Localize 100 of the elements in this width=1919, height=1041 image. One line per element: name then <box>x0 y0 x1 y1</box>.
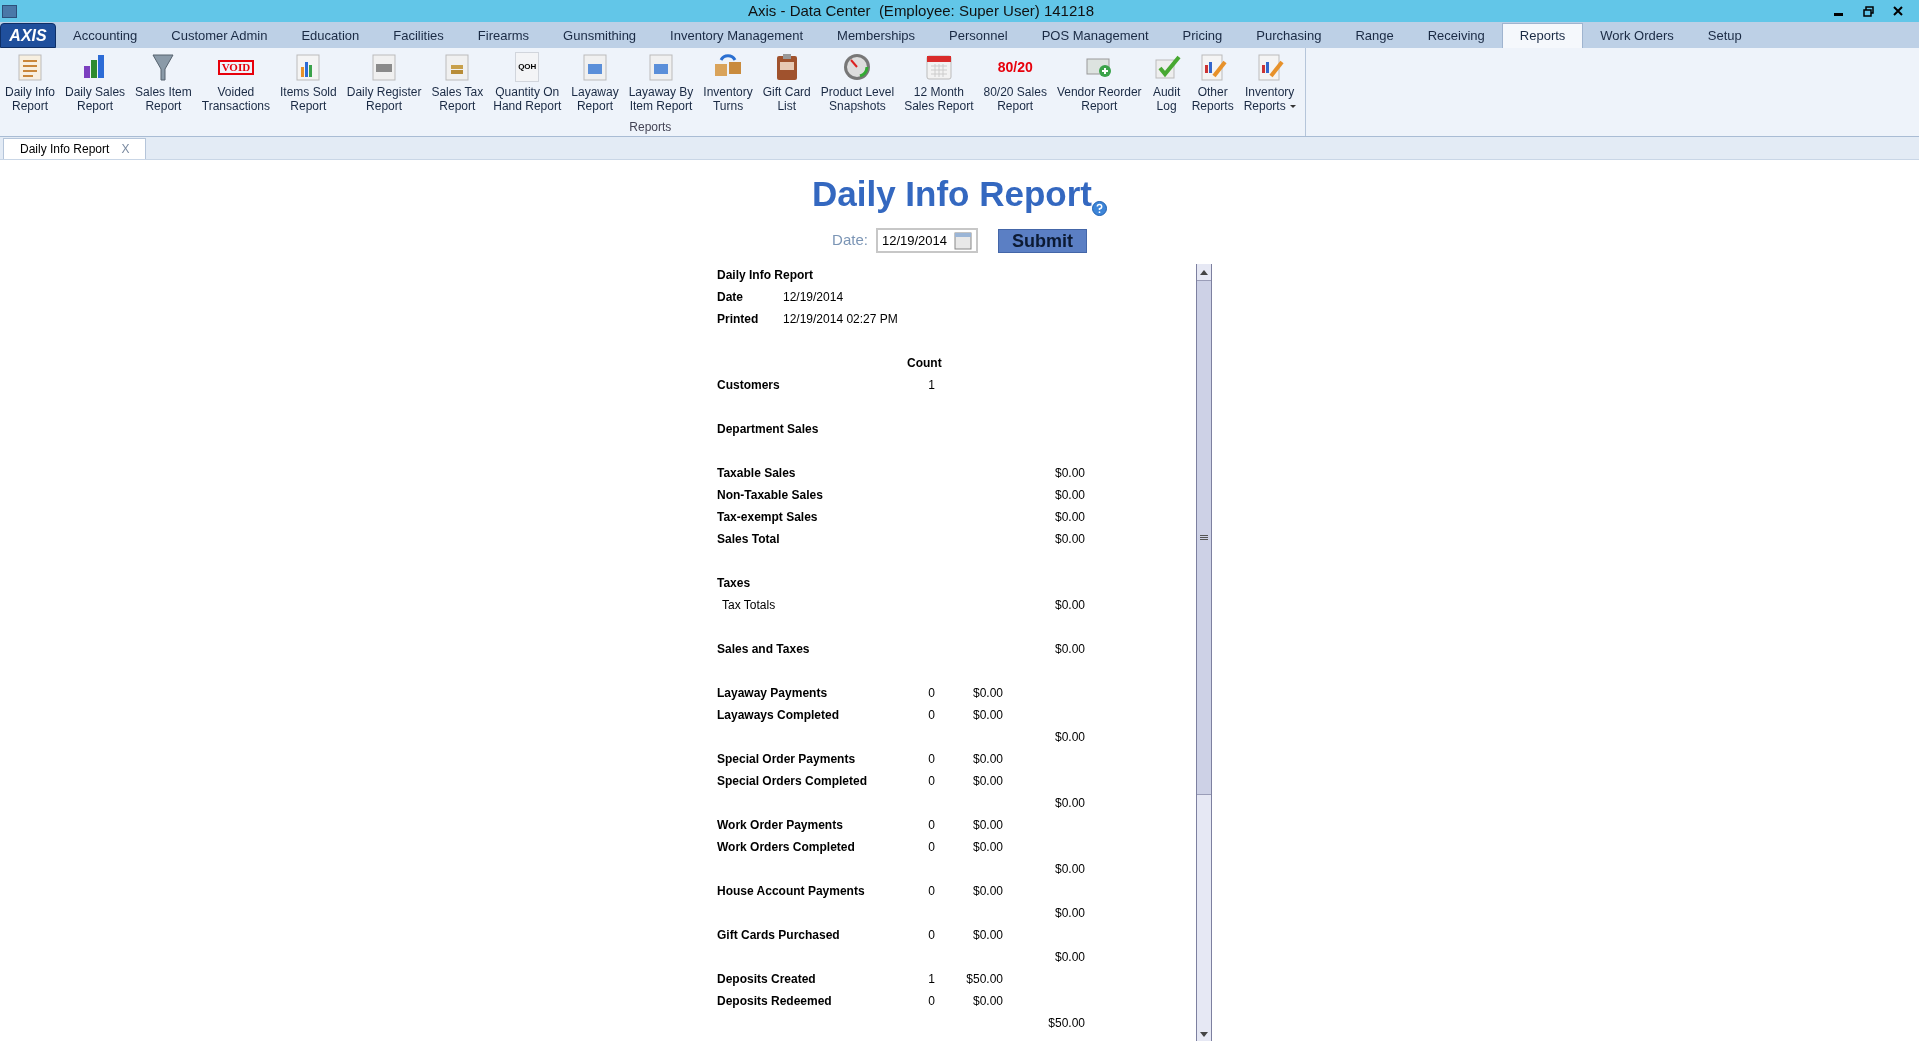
ribbon-button[interactable]: Layaway By Item Report <box>623 52 699 113</box>
ribbon-button[interactable]: Inventory Reports <box>1238 52 1301 113</box>
report-icon <box>15 52 45 82</box>
count-value: 0 <box>928 884 935 898</box>
row-label: Date <box>717 290 743 304</box>
menu-tab[interactable]: Accounting <box>56 23 155 48</box>
row-label: Taxable Sales <box>717 466 796 480</box>
ribbon-button[interactable]: Sales Tax Report <box>426 52 489 113</box>
menu-tab[interactable]: Range <box>1338 23 1411 48</box>
date-field[interactable]: 12/19/2014 <box>875 228 978 253</box>
ribbon-button[interactable]: Items Sold Report <box>275 52 342 113</box>
ribbon-button[interactable]: Daily Info Report <box>0 52 61 113</box>
menu-tab[interactable]: Work Orders <box>1583 23 1691 48</box>
total-value: $50.00 <box>1048 1016 1085 1030</box>
total-value: $0.00 <box>1054 796 1085 810</box>
menu-tab[interactable]: Education <box>284 23 377 48</box>
ribbon-button[interactable]: Other Reports <box>1186 52 1239 113</box>
row-label: Deposits Created <box>717 972 816 986</box>
info-value: 12/19/2014 02:27 PM <box>783 311 898 328</box>
menu-tab[interactable]: Facilities <box>376 23 461 48</box>
tab-close[interactable]: X <box>121 140 130 158</box>
menu-tab[interactable]: POS Management <box>1024 23 1166 48</box>
menu-tab[interactable]: Customer Admin <box>154 23 285 48</box>
row-label: Tax-exempt Sales <box>717 510 818 524</box>
menu-tab[interactable]: Setup <box>1690 23 1759 48</box>
total-value: $0.00 <box>1054 488 1085 502</box>
ribbon-button[interactable]: 12 Month Sales Report <box>899 52 979 113</box>
ribbon-button[interactable]: Product Level Snapshots <box>815 52 900 113</box>
total-value: $0.00 <box>1054 950 1085 964</box>
row-label: Sales and Taxes <box>717 642 810 656</box>
ribbon-button[interactable]: Gift Card List <box>757 52 816 113</box>
ribbon-button[interactable]: Inventory Turns <box>698 52 758 113</box>
ratio-icon: 80/20 <box>997 52 1033 82</box>
gauge-icon <box>842 52 873 82</box>
calendar-icon <box>923 52 954 82</box>
total-value: $0.00 <box>1054 466 1085 480</box>
count-value: 0 <box>928 928 935 942</box>
count-value: 0 <box>928 686 935 700</box>
amount-value: $0.00 <box>972 840 1003 854</box>
menu-tab[interactable]: Memberships <box>820 23 933 48</box>
ribbon-button[interactable]: VOID Voided Transactions <box>196 52 275 113</box>
row-label: Deposits Redeemed <box>717 994 832 1008</box>
total-value: $0.00 <box>1054 510 1085 524</box>
app-icon <box>2 4 17 18</box>
scroll-up-icon[interactable] <box>1200 269 1208 275</box>
menu-tab[interactable]: Personnel <box>932 23 1025 48</box>
ribbon-button[interactable]: Daily Register Report <box>341 52 427 113</box>
count-value: 0 <box>928 708 935 722</box>
window-title: Axis - Data Center (Employee: Super User) 141218 <box>747 0 1095 21</box>
row-label: Layaway Payments <box>717 686 828 700</box>
total-value: $0.00 <box>1054 532 1085 546</box>
ribbon-button[interactable]: Vendor Reorder Report <box>1051 52 1147 113</box>
row-label: House Account Payments <box>717 884 865 898</box>
date-label: Date: <box>832 230 868 251</box>
amount-value: $0.00 <box>972 686 1003 700</box>
count-value: 0 <box>928 840 935 854</box>
tab-label: Daily Info Report <box>20 141 110 158</box>
amount-value: $0.00 <box>972 994 1003 1008</box>
help-icon[interactable] <box>1092 201 1107 216</box>
count-value: 1 <box>928 972 935 986</box>
row-label: Taxes <box>717 576 751 590</box>
amount-value: $0.00 <box>972 774 1003 788</box>
count-value: 0 <box>928 752 935 766</box>
row-label: Tax Totals <box>722 598 776 612</box>
row-label: Layaways Completed <box>717 708 840 722</box>
document-tab[interactable]: Daily Info Report X <box>3 138 147 159</box>
row-label: Sales Total <box>717 532 780 546</box>
info-value: 12/19/2014 <box>783 289 844 306</box>
amount-value: $0.00 <box>972 928 1003 942</box>
grip-icon <box>1200 535 1208 540</box>
ribbon-button[interactable]: Layaway Report <box>566 52 624 113</box>
amount-value: $0.00 <box>972 884 1003 898</box>
count-value: 0 <box>928 774 935 788</box>
scroll-thumb[interactable] <box>1197 280 1211 795</box>
menu-tab[interactable]: Inventory Management <box>653 23 821 48</box>
ribbon-button[interactable]: 80/20 80/20 Sales Report <box>978 52 1052 113</box>
menu-tab[interactable]: Receiving <box>1410 23 1502 48</box>
row-label: Department Sales <box>717 422 819 436</box>
ribbon-button[interactable]: QOH Quantity On Hand Report <box>488 52 567 113</box>
ribbon-button[interactable]: Daily Sales Report <box>60 52 131 113</box>
row-label: Printed <box>717 312 759 326</box>
count-value: 0 <box>928 994 935 1008</box>
ribbon-button[interactable]: Audit Log <box>1146 52 1187 113</box>
menu-tab[interactable]: Reports <box>1501 23 1584 48</box>
total-value: $0.00 <box>1054 598 1085 612</box>
menu-tab[interactable]: Firearms <box>460 23 547 48</box>
column-header: Count <box>907 356 942 370</box>
total-value: $0.00 <box>1054 906 1085 920</box>
submit-button[interactable]: Submit <box>997 228 1087 253</box>
menu-tab[interactable]: Gunsmithing <box>546 23 654 48</box>
row-label: Special Order Payments <box>717 752 856 766</box>
menu-tab[interactable]: Purchasing <box>1239 23 1339 48</box>
scrollbar[interactable] <box>1196 264 1212 1041</box>
scroll-down-icon[interactable] <box>1200 1031 1208 1037</box>
row-label: Work Orders Completed <box>717 840 855 854</box>
row-label: Customers <box>717 378 780 392</box>
app-logo[interactable]: AXIS <box>0 23 56 48</box>
total-value: $0.00 <box>1054 730 1085 744</box>
ribbon-button[interactable]: Sales Item Report <box>130 52 197 113</box>
menu-tab[interactable]: Pricing <box>1165 23 1240 48</box>
